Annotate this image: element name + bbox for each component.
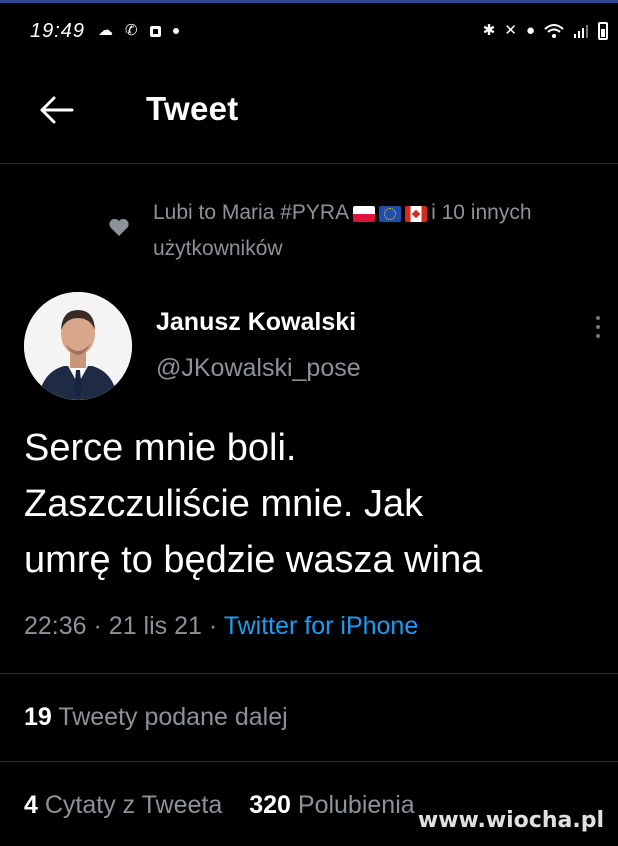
tweet-text: Serce mnie boli. Zaszczuliście mnie. Jak… <box>24 420 609 588</box>
bluetooth-icon: ✱ <box>482 22 496 39</box>
header-divider <box>0 163 618 164</box>
tweet-source-link[interactable]: Twitter for iPhone <box>224 612 419 640</box>
status-bar: 19:49 ☁ ✆ ✱ ✕ ● <box>0 14 618 54</box>
dot-icon <box>172 28 179 34</box>
quotes-likes-row: 4 Cytaty z Tweeta 320 Polubienia <box>24 791 415 820</box>
quotes-label: Cytaty z Tweeta <box>44 791 223 819</box>
meta-separator: · <box>93 612 102 640</box>
status-time: 19:49 <box>30 20 86 42</box>
back-button[interactable] <box>34 90 78 130</box>
author-name[interactable]: Janusz Kowalski <box>156 308 356 337</box>
tweet-text-line: Zaszczuliście mnie. Jak <box>24 483 424 525</box>
tweet-text-line: Serce mnie boli. <box>24 427 297 469</box>
signal-icon <box>574 25 588 38</box>
more-dot-icon <box>596 325 600 329</box>
social-context-text: Lubi to Maria #PYRA i 10 innych użytkowni… <box>153 195 593 267</box>
stats-divider <box>0 761 618 762</box>
eu-flag-icon <box>379 206 402 222</box>
wifi-icon <box>544 24 564 38</box>
status-right-icons: ✱ ✕ ● <box>483 22 608 40</box>
more-dot-icon <box>596 316 600 320</box>
location-icon: ● <box>525 22 535 39</box>
tweet-meta: 22:36 · 21 lis 21 · Twitter for iPhone <box>24 612 418 641</box>
mute-icon: ✕ <box>504 22 517 39</box>
watermark: www.wiocha.pl <box>417 808 604 833</box>
canada-flag-icon <box>405 206 428 222</box>
app-notification-icon <box>149 25 161 37</box>
status-left-icons: ☁ ✆ <box>98 22 179 40</box>
more-options-button[interactable] <box>590 310 606 344</box>
retweets-count: 19 <box>24 703 52 731</box>
flag-emojis <box>353 206 428 222</box>
tweet-time[interactable]: 22:36 <box>24 612 87 640</box>
missed-call-icon: ✆ <box>125 22 138 39</box>
author-handle[interactable]: @JKowalski_pose <box>156 354 361 383</box>
quotes-stat[interactable]: 4 Cytaty z Tweeta <box>24 791 222 819</box>
header: Tweet <box>0 70 618 150</box>
likes-count: 320 <box>249 791 291 819</box>
meta-separator: · <box>208 612 218 640</box>
quotes-count: 4 <box>24 791 38 819</box>
battery-icon <box>598 22 608 40</box>
likes-label: Polubienia <box>297 791 415 819</box>
avatar[interactable] <box>24 292 132 400</box>
likes-stat[interactable]: 320 Polubienia <box>249 791 414 819</box>
retweets-stat[interactable]: 19 Tweety podane dalej <box>24 703 288 732</box>
poland-flag-icon <box>353 206 376 222</box>
tweet-text-line: umrę to będzie wasza wina <box>24 539 483 581</box>
heart-icon <box>109 218 129 236</box>
arrow-left-icon <box>40 96 74 124</box>
liked-by-text: Lubi to Maria #PYRA <box>153 201 350 224</box>
meta-divider <box>0 673 618 674</box>
avatar-photo <box>24 292 132 400</box>
weather-icon: ☁ <box>98 22 113 39</box>
more-dot-icon <box>596 334 600 338</box>
retweets-label: Tweety podane dalej <box>58 703 288 731</box>
top-accent-line <box>0 0 618 3</box>
tweet-date[interactable]: 21 lis 21 <box>109 612 202 640</box>
page-title: Tweet <box>146 90 239 127</box>
